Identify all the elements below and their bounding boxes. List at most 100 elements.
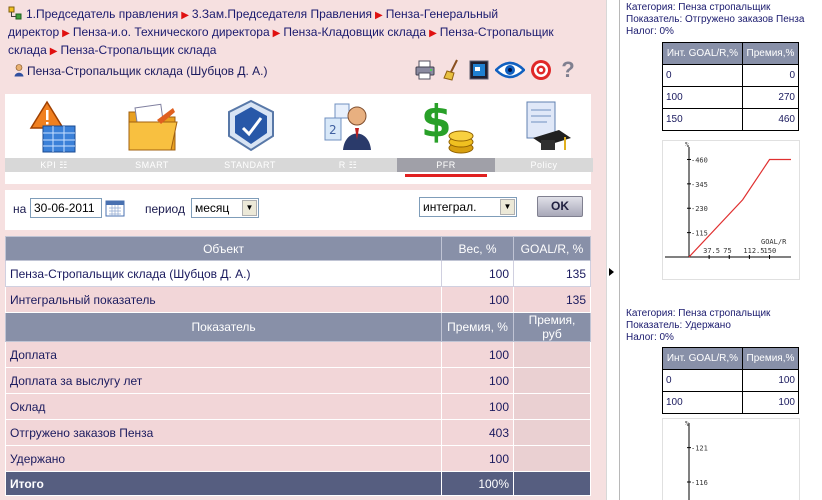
bonus-card: Категория: Пенза стропальщик Показатель:… <box>620 2 822 38</box>
indicator-pct: 100 <box>441 445 515 472</box>
y-tick-label: -345 <box>691 181 708 189</box>
object-goal: 135 <box>513 286 591 313</box>
indicator-name[interactable]: Доплата <box>4 341 443 368</box>
date-label: на <box>13 202 27 216</box>
table-row[interactable]: Пенза-Стропальщик склада (Шубцов Д. А.) … <box>4 260 591 287</box>
y-tick-label: -121 <box>691 445 708 453</box>
y-tick-label: -116 <box>691 479 708 487</box>
goal-cell: 100 <box>662 391 743 414</box>
column-header[interactable]: GOAL/R, % <box>513 236 591 261</box>
period-select[interactable]: месяц ▼ <box>191 198 259 218</box>
panel-splitter[interactable] <box>606 0 620 500</box>
indicator-rub <box>513 419 591 446</box>
date-field[interactable]: 30-06-2011 <box>30 198 102 218</box>
bonus-chart-svg: %-115-230-345-46037.5 75 112.5 150GOAL/R <box>665 141 791 259</box>
breadcrumb-item[interactable]: 1.Председатель правления <box>26 7 178 21</box>
module-smart[interactable]: SMART <box>103 94 201 184</box>
collapse-arrow-icon[interactable] <box>609 268 614 276</box>
monitor-icon[interactable] <box>468 59 490 81</box>
column-header: Инт. GOAL/R,% <box>662 42 743 65</box>
breadcrumb-arrow-icon: ▶ <box>181 10 189 21</box>
object-name[interactable]: Интегральный показатель <box>4 286 443 313</box>
help-icon[interactable]: ? <box>557 57 579 82</box>
total-label: Итого <box>4 471 443 496</box>
mode-select[interactable]: интеграл. ▼ <box>419 197 517 217</box>
goal-badge-icon <box>228 99 274 152</box>
filter-bar: на 30-06-2011 период месяц ▼ интеграл. ▼… <box>5 190 591 230</box>
indicator-rub <box>513 341 591 368</box>
indicator-name[interactable]: Доплата за выслугу лет <box>4 367 443 394</box>
table-header: Показатель Премия, % Премия, руб <box>4 312 591 342</box>
table-row[interactable]: Доплата за выслугу лет 100 <box>4 367 591 394</box>
indicator-name[interactable]: Удержано <box>4 445 443 472</box>
table-row[interactable]: Удержано 100 <box>4 445 591 472</box>
breadcrumb-item[interactable]: 3.Зам.Председателя Правления <box>192 7 372 21</box>
column-header[interactable]: Объект <box>4 236 443 261</box>
ok-button[interactable]: OK <box>537 196 583 217</box>
bonus-cell: 460 <box>741 108 800 131</box>
module-kpi[interactable]: KPI ☷ <box>5 94 103 184</box>
column-header[interactable]: Показатель <box>4 312 443 342</box>
toolbar: ? <box>414 57 579 82</box>
total-row: Итого 100% <box>4 471 591 496</box>
bonus-chart: % -115 -230 -345 -460 37.5 75 112.5 150 GOAL/R <box>662 140 800 280</box>
chevron-down-icon: ▼ <box>242 200 257 216</box>
main-panel: 1.Председатель правления ▶ 3.Зам.Председат… <box>0 0 606 500</box>
kpi-warning-icon <box>29 100 76 153</box>
breadcrumb-item[interactable]: Пенза-Кладовщик склада <box>283 25 426 39</box>
calendar-icon[interactable] <box>105 199 125 217</box>
org-tree-icon <box>8 6 22 20</box>
results-table: Объект Вес, % GOAL/R, % Пенза-Стропальщи… <box>4 236 591 496</box>
y-tick-label: -460 <box>691 156 708 164</box>
column-header[interactable]: Вес, % <box>441 236 515 261</box>
module-policy[interactable]: Policy <box>495 94 593 184</box>
user-icon <box>14 64 24 77</box>
bonus-cell: 100 <box>741 369 800 392</box>
eye-icon[interactable] <box>495 59 525 81</box>
breadcrumb-arrow-icon: ▶ <box>375 10 383 21</box>
module-label: R ☷ <box>299 158 397 172</box>
printer-icon[interactable] <box>414 59 436 81</box>
breadcrumb: 1.Председатель правления ▶ 3.Зам.Председат… <box>8 6 598 60</box>
module-label: SMART <box>103 158 201 172</box>
column-header[interactable]: Премия, руб <box>513 312 591 342</box>
broom-icon[interactable] <box>441 59 463 81</box>
x-tick-label: 150 <box>764 247 777 255</box>
indicator-pct: 100 <box>441 367 515 394</box>
table-row[interactable]: Доплата 100 <box>4 341 591 368</box>
indicator-name[interactable]: Оклад <box>4 393 443 420</box>
breadcrumb-item-current[interactable]: Пенза-Стропальщик склада <box>60 43 216 57</box>
module-r[interactable]: 2 R ☷ <box>299 94 397 184</box>
table-row: 150 460 <box>662 108 800 131</box>
breadcrumb-arrow-icon: ▶ <box>272 28 281 39</box>
table-row[interactable]: Интегральный показатель 100 135 <box>4 286 591 313</box>
diploma-icon <box>526 101 571 150</box>
object-goal: 135 <box>513 260 591 287</box>
table-header: Объект Вес, % GOAL/R, % <box>4 236 591 261</box>
object-weight: 100 <box>441 260 515 287</box>
module-label: STANDART <box>201 158 299 172</box>
active-tab-indicator <box>405 174 487 177</box>
module-bar: KPI ☷ SMART STANDART 2 R ☷ $ PFR Policy <box>5 94 593 184</box>
column-header[interactable]: Премия, % <box>441 312 515 342</box>
bonus-cell: 0 <box>741 64 800 87</box>
goal-cell: 150 <box>662 108 743 131</box>
breadcrumb-item[interactable]: Пенза-и.о. Технического директора <box>73 25 270 39</box>
help-glyph: ? <box>561 57 575 82</box>
object-name[interactable]: Пенза-Стропальщик склада (Шубцов Д. А.) <box>4 260 443 287</box>
target-icon[interactable] <box>530 59 552 81</box>
table-row: 100 100 <box>662 391 800 414</box>
module-label: Policy <box>495 158 593 172</box>
module-standart[interactable]: STANDART <box>201 94 299 184</box>
table-row[interactable]: Отгружено заказов Пенза 403 <box>4 419 591 446</box>
module-pfr[interactable]: $ PFR <box>397 94 495 184</box>
indicator-pct: 100 <box>441 393 515 420</box>
period-label: период <box>145 202 185 216</box>
x-tick-label: 37.5 <box>703 247 720 255</box>
indicator-name[interactable]: Отгружено заказов Пенза <box>4 419 443 446</box>
svg-text:2: 2 <box>329 123 337 137</box>
x-tick-label: 75 <box>723 247 731 255</box>
card-tax: Налог: 0% <box>626 26 674 37</box>
indicator-rub <box>513 367 591 394</box>
table-row[interactable]: Оклад 100 <box>4 393 591 420</box>
